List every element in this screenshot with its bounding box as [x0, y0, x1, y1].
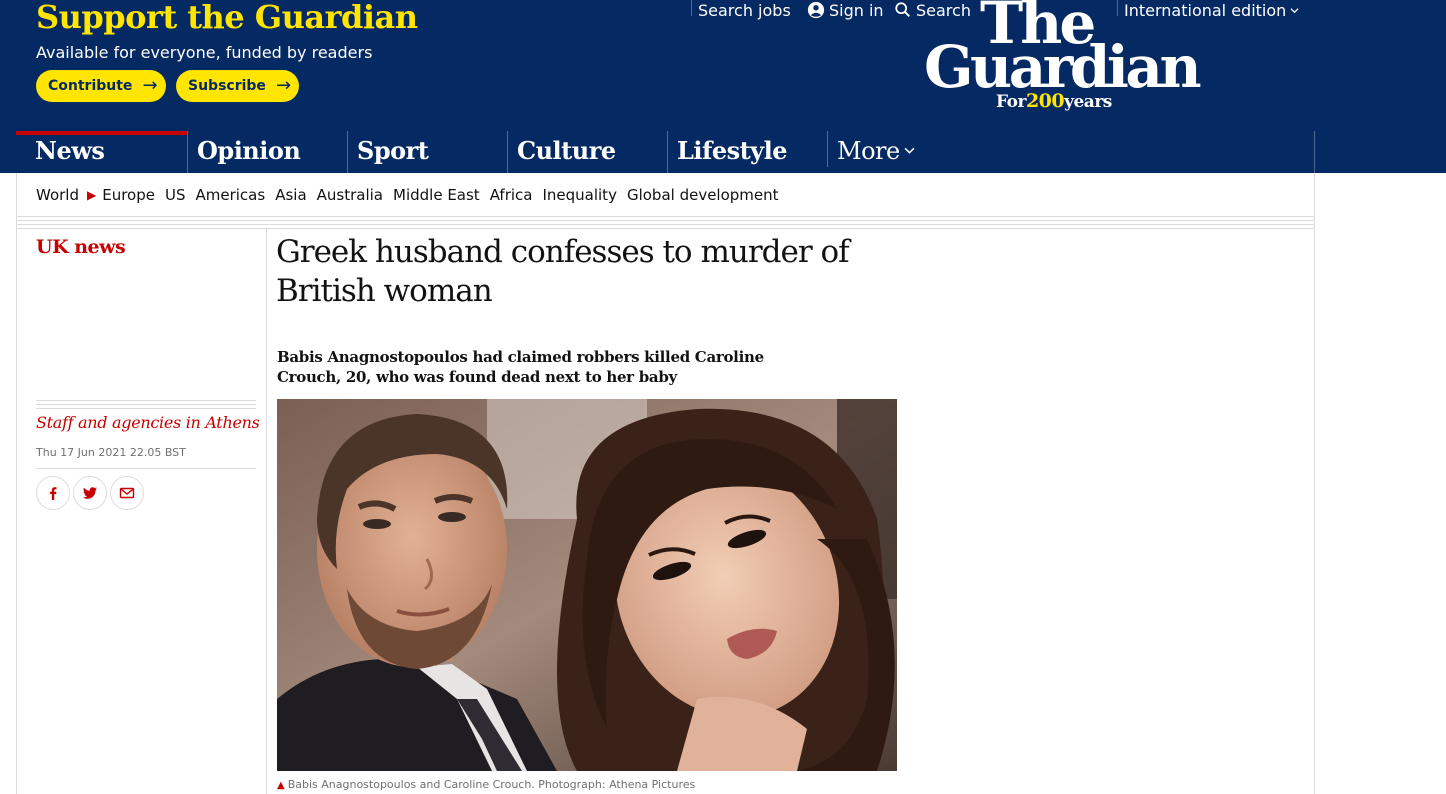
subnav-americas[interactable]: Americas	[196, 186, 266, 204]
divider	[36, 468, 256, 469]
sign-in-label: Sign in	[829, 0, 884, 20]
logo-tag-for: For	[996, 92, 1026, 112]
nav-more-label: More	[837, 136, 900, 165]
section-label[interactable]: UK news	[36, 236, 126, 258]
subnav-australia[interactable]: Australia	[317, 186, 383, 204]
divider	[691, 0, 692, 16]
logo-tag-number: 200	[1025, 90, 1065, 112]
share-email-button[interactable]	[110, 476, 144, 510]
support-title: Support the Guardian	[36, 0, 418, 36]
dateline: Thu 17 Jun 2021 22.05 BST	[36, 446, 186, 459]
nav-opinion[interactable]: Opinion	[187, 131, 347, 173]
article-standfirst: Babis Anagnostopoulos had claimed robber…	[277, 348, 764, 386]
facebook-icon	[50, 487, 57, 500]
nav-lifestyle[interactable]: Lifestyle	[667, 131, 827, 173]
article-main-image	[277, 399, 897, 771]
nav-sport[interactable]: Sport	[347, 131, 507, 173]
subnav-middle-east[interactable]: Middle East	[393, 186, 480, 204]
share-buttons	[36, 476, 144, 510]
subnav-us[interactable]: US	[165, 186, 186, 204]
caption-text: Babis Anagnostopoulos and Caroline Crouc…	[287, 778, 696, 791]
subnav-global-development[interactable]: Global development	[627, 186, 779, 204]
subnav-inequality[interactable]: Inequality	[542, 186, 616, 204]
sign-in-link[interactable]: Sign in	[807, 0, 884, 20]
divider	[16, 228, 1315, 229]
arrow-right-icon: →	[275, 75, 292, 96]
search-icon	[895, 2, 911, 18]
support-subtitle: Available for everyone, funded by reader…	[36, 43, 373, 62]
divider	[36, 408, 256, 409]
search-jobs-link[interactable]: Search jobs	[698, 0, 791, 20]
pillar-nav: News Opinion Sport Culture Lifestyle Mor…	[16, 131, 1315, 173]
divider	[16, 220, 1315, 221]
nav-culture[interactable]: Culture	[507, 131, 667, 173]
subnav-europe[interactable]: Europe	[102, 186, 155, 204]
site-header: Support the Guardian Available for every…	[0, 0, 1446, 173]
caption-triangle-icon: ▲	[277, 780, 285, 791]
article-headline: Greek husband confesses to murder of Bri…	[276, 234, 850, 309]
share-facebook-button[interactable]	[36, 476, 70, 510]
subnav-africa[interactable]: Africa	[490, 186, 533, 204]
current-section-indicator-icon: ▶	[87, 188, 97, 202]
contribute-label: Contribute	[48, 78, 133, 94]
logo-tagline: For200years	[996, 90, 1112, 112]
arrow-right-icon: →	[142, 75, 158, 96]
image-caption: ▲ Babis Anagnostopoulos and Caroline Crou…	[277, 778, 695, 791]
column-divider	[266, 229, 267, 794]
account-icon	[807, 1, 825, 19]
byline[interactable]: Staff and agencies in Athens	[36, 413, 260, 432]
article-photo-illustration	[277, 399, 897, 771]
divider	[16, 224, 1315, 225]
chevron-down-icon	[1290, 7, 1299, 13]
divider	[36, 400, 256, 401]
email-icon	[119, 487, 135, 499]
share-twitter-button[interactable]	[73, 476, 107, 510]
nav-more[interactable]: More	[827, 131, 967, 167]
contribute-button[interactable]: Contribute →	[36, 70, 166, 102]
divider	[16, 216, 1315, 217]
twitter-icon	[83, 487, 97, 499]
guardian-logo[interactable]: The Guardian For200years	[924, 0, 1224, 114]
subscribe-button[interactable]: Subscribe →	[176, 70, 299, 102]
logo-tag-years: years	[1064, 92, 1112, 112]
subnav-world[interactable]: World	[36, 186, 79, 204]
nav-news[interactable]: News	[16, 131, 187, 173]
logo-guardian: Guardian	[924, 33, 1202, 101]
chevron-down-icon	[904, 147, 915, 154]
divider	[36, 404, 256, 405]
subscribe-label: Subscribe	[188, 78, 266, 94]
subnav-asia[interactable]: Asia	[275, 186, 306, 204]
sub-nav: World ▶ Europe US Americas Asia Australi…	[36, 186, 789, 204]
